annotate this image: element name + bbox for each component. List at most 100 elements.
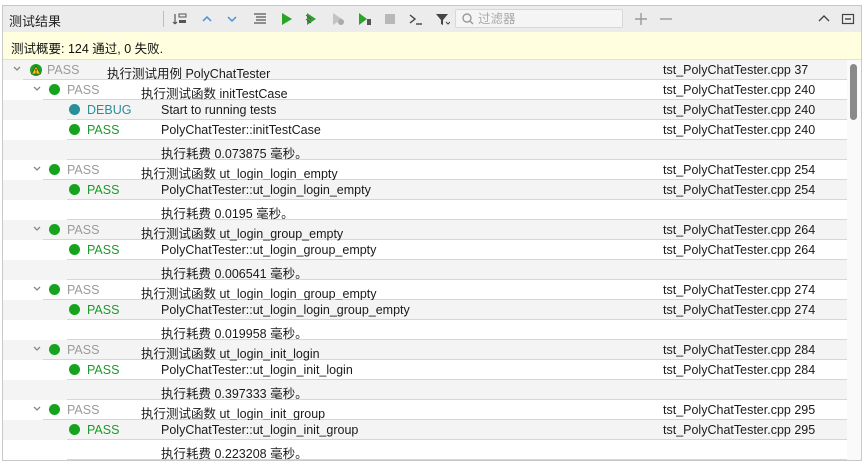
pass-status-icon [69, 424, 80, 435]
status-label: PASS [87, 303, 120, 317]
status-label: PASS [67, 283, 100, 297]
result-row[interactable]: PASS PolyChatTester::initTestCase tst_Poly… [3, 120, 848, 140]
result-row[interactable]: 执行耗费 0.223208 毫秒。 [3, 440, 848, 460]
source-location-link[interactable]: tst_PolyChatTester.cpp 254 [663, 163, 815, 177]
result-description: Start to running tests [161, 103, 277, 117]
pass-status-icon [49, 224, 60, 235]
result-row[interactable]: PASS 执行测试函数 ut_login_group_empty tst_PolyC… [3, 220, 848, 241]
chevron-down-icon[interactable] [31, 163, 43, 175]
chevron-down-icon[interactable] [31, 223, 43, 235]
run-all-icon[interactable] [277, 10, 295, 28]
chevron-down-icon[interactable] [31, 343, 43, 355]
search-icon [461, 12, 475, 29]
sort-icon[interactable] [171, 10, 189, 28]
status-label: PASS [87, 363, 120, 377]
source-location-link[interactable]: tst_PolyChatTester.cpp 240 [663, 123, 815, 137]
chevron-down-icon[interactable] [11, 63, 23, 75]
test-summary-bar: 测试概要: 124 通过, 0 失败. [3, 32, 861, 60]
pass-status-icon [49, 164, 60, 175]
pass-status-icon [69, 304, 80, 315]
pass-status-icon [69, 364, 80, 375]
result-row[interactable]: PASS 执行测试函数 ut_login_login_group_empty tst… [3, 280, 848, 301]
status-label: PASS [87, 123, 120, 137]
status-label: PASS [67, 403, 100, 417]
tree-list-icon[interactable] [251, 10, 269, 28]
source-location-link[interactable]: tst_PolyChatTester.cpp 274 [663, 283, 815, 297]
expand-up-icon[interactable] [198, 10, 216, 28]
source-location-link[interactable]: tst_PolyChatTester.cpp 284 [663, 363, 815, 377]
maximize-panel-icon[interactable] [839, 10, 857, 28]
result-row[interactable]: PASS PolyChatTester::ut_login_init_login t… [3, 360, 848, 380]
run-failed-icon[interactable] [329, 10, 347, 28]
result-row[interactable]: 执行耗费 0.019958 毫秒。 [3, 320, 848, 341]
result-row[interactable]: 执行耗费 0.006541 毫秒。 [3, 260, 848, 281]
status-label: PASS [47, 63, 80, 77]
result-row[interactable]: PASS PolyChatTester::ut_login_login_group… [3, 300, 848, 320]
result-row[interactable]: PASS 执行测试函数 ut_login_init_group tst_PolyCh… [3, 400, 848, 421]
remove-icon[interactable] [657, 10, 675, 28]
status-label: PASS [67, 223, 100, 237]
source-location-link[interactable]: tst_PolyChatTester.cpp 254 [663, 183, 815, 197]
source-location-link[interactable]: tst_PolyChatTester.cpp 240 [663, 103, 815, 117]
source-location-link[interactable]: tst_PolyChatTester.cpp 274 [663, 303, 815, 317]
result-row[interactable]: PASS PolyChatTester::ut_login_login_empty… [3, 180, 848, 200]
result-description: 执行耗费 0.223208 毫秒。 [161, 447, 308, 461]
result-description: PolyChatTester::ut_login_login_empty [161, 183, 371, 197]
result-row[interactable]: PASS 执行测试用例 PolyChatTester tst_PolyChatTes… [3, 60, 848, 81]
result-row[interactable]: 执行耗费 0.073875 毫秒。 [3, 140, 848, 161]
pass-status-icon [49, 284, 60, 295]
chevron-down-icon[interactable] [31, 83, 43, 95]
filter-input[interactable] [478, 11, 618, 26]
pass-status-icon [69, 184, 80, 195]
result-row[interactable]: DEBUG Start to running tests tst_PolyChatT… [3, 100, 848, 120]
pass-with-warning-icon [29, 63, 43, 77]
result-row[interactable]: PASS 执行测试函数 ut_login_login_empty tst_PolyC… [3, 160, 848, 181]
pass-status-icon [69, 244, 80, 255]
result-description: PolyChatTester::ut_login_group_empty [161, 243, 377, 257]
run-selected-icon[interactable] [303, 10, 321, 28]
panel-title: 测试结果 [9, 14, 62, 29]
status-label: DEBUG [87, 103, 132, 117]
source-location-link[interactable]: tst_PolyChatTester.cpp 37 [663, 63, 808, 77]
chevron-down-icon[interactable] [31, 403, 43, 415]
source-location-link[interactable]: tst_PolyChatTester.cpp 264 [663, 223, 815, 237]
source-location-link[interactable]: tst_PolyChatTester.cpp 240 [663, 83, 815, 97]
result-row[interactable]: PASS PolyChatTester::ut_login_init_group t… [3, 420, 848, 440]
source-location-link[interactable]: tst_PolyChatTester.cpp 284 [663, 343, 815, 357]
status-label: PASS [67, 343, 100, 357]
result-row[interactable]: 执行耗费 0.0195 毫秒。 [3, 200, 848, 221]
stop-icon[interactable] [381, 10, 399, 28]
output-icon[interactable] [407, 10, 425, 28]
expand-down-icon[interactable] [223, 10, 241, 28]
result-description: PolyChatTester::initTestCase [161, 123, 321, 137]
source-location-link[interactable]: tst_PolyChatTester.cpp 295 [663, 423, 815, 437]
test-summary-text: 测试概要: 124 通过, 0 失败. [11, 42, 164, 56]
scrollbar-thumb[interactable] [850, 64, 857, 120]
result-description: PolyChatTester::ut_login_init_login [161, 363, 353, 377]
result-row[interactable]: PASS PolyChatTester::ut_login_group_empty… [3, 240, 848, 260]
test-results-panel: 测试结果 过滤器 测试概要: 124 通过, 0 失败. PASS 执行测试用例… [2, 5, 862, 461]
pass-status-icon [49, 344, 60, 355]
source-location-link[interactable]: tst_PolyChatTester.cpp 264 [663, 243, 815, 257]
source-location-link[interactable]: tst_PolyChatTester.cpp 295 [663, 403, 815, 417]
status-label: PASS [67, 163, 100, 177]
toolbar: 测试结果 [3, 6, 861, 33]
result-row[interactable]: PASS 执行测试函数 initTestCase tst_PolyChatTeste… [3, 80, 848, 101]
debug-status-icon [69, 104, 80, 115]
collapse-panel-icon[interactable] [815, 10, 833, 28]
add-icon[interactable] [632, 10, 650, 28]
result-row[interactable]: PASS 执行测试函数 ut_login_init_login tst_PolyCh… [3, 340, 848, 361]
filter-input-box[interactable] [455, 9, 623, 28]
result-description: PolyChatTester::ut_login_init_group [161, 423, 359, 437]
filter-icon[interactable] [433, 10, 451, 28]
run-file-icon[interactable] [355, 10, 373, 28]
pass-status-icon [49, 84, 60, 95]
status-label: PASS [87, 183, 120, 197]
chevron-down-icon[interactable] [31, 283, 43, 295]
result-row[interactable]: 执行耗费 0.397333 毫秒。 [3, 380, 848, 401]
status-label: PASS [87, 423, 120, 437]
toolbar-separator [163, 11, 164, 27]
pass-status-icon [69, 124, 80, 135]
vertical-scrollbar[interactable] [847, 60, 861, 460]
status-label: PASS [67, 83, 100, 97]
